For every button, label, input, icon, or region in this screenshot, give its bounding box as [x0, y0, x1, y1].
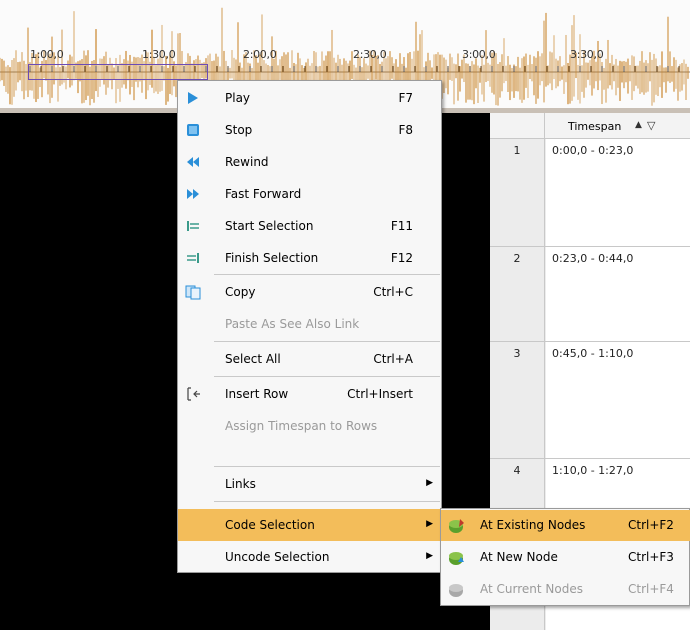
menu-item-label: Assign Timespan to Rows [225, 419, 378, 433]
menu-item-label: Stop [225, 123, 253, 137]
menu-item-label: Code Selection [225, 518, 315, 532]
timeline-tick-label: 1:00,0 [30, 48, 64, 61]
column-header-timespan[interactable]: Timespan [568, 120, 621, 133]
menu-separator [214, 501, 440, 502]
code-selection-submenu: At Existing Nodes Ctrl+F2 At New Node Ct… [440, 508, 690, 606]
menu-item-uncode-selection[interactable]: Uncode Selection ▶ [178, 541, 441, 573]
current-nodes-icon [449, 584, 463, 597]
row-number[interactable]: 3 [490, 342, 545, 458]
menu-item-shortcut: F11 [390, 219, 413, 233]
menu-item-code-selection[interactable]: Code Selection ▶ [178, 509, 441, 541]
menu-item-label: Paste As See Also Link [225, 317, 360, 331]
timespan-cell[interactable]: 0:45,0 - 1:10,0 [546, 342, 690, 458]
menu-item-label: Select All [225, 352, 281, 366]
menu-item-finish-selection[interactable]: Finish Selection F12 [178, 242, 441, 274]
timeline-tick-label: 2:00,0 [243, 48, 277, 61]
menu-item-label: Insert Row [225, 387, 289, 401]
menu-item-select-all[interactable]: Select All Ctrl+A [178, 343, 441, 375]
timeline-tick-label: 1:30,0 [142, 48, 176, 61]
menu-item-copy[interactable]: Copy Ctrl+C [178, 276, 441, 308]
menu-item-start-selection[interactable]: Start Selection F11 [178, 210, 441, 242]
menu-item-shortcut: Ctrl+Insert [347, 387, 413, 401]
menu-separator [214, 274, 440, 275]
menu-separator [214, 466, 440, 467]
timespan-cell[interactable]: 0:00,0 - 0:23,0 [546, 139, 690, 246]
menu-separator [214, 341, 440, 342]
submenu-arrow-icon: ▶ [426, 478, 433, 488]
menu-item-shortcut: F8 [398, 123, 413, 137]
submenu-item-shortcut: Ctrl+F3 [628, 550, 674, 564]
submenu-arrow-icon: ▶ [426, 551, 433, 561]
menu-item-links[interactable]: Links ▶ [178, 468, 441, 500]
submenu-item-at-new-node[interactable]: At New Node Ctrl+F3 [441, 542, 690, 573]
menu-item-label: Uncode Selection [225, 550, 330, 564]
timespan-cell[interactable]: 0:23,0 - 0:44,0 [546, 247, 690, 341]
menu-item-label: Links [225, 477, 256, 491]
submenu-item-at-existing-nodes[interactable]: At Existing Nodes Ctrl+F2 [441, 510, 690, 541]
stop-icon [187, 124, 199, 136]
timeline-tick-label: 2:30,0 [353, 48, 387, 61]
insert-row-icon [187, 387, 200, 401]
table-row[interactable]: 1 0:00,0 - 0:23,0 [490, 139, 690, 247]
timeline-tick-label: 3:00,0 [462, 48, 496, 61]
submenu-item-label: At Current Nodes [480, 582, 583, 596]
menu-item-label: Copy [225, 285, 256, 299]
timeline-tick-label: 3:30,0 [570, 48, 604, 61]
sort-ascending-icon[interactable]: ▲ [635, 120, 642, 130]
table-row[interactable]: 2 0:23,0 - 0:44,0 [490, 247, 690, 342]
menu-item-shortcut: Ctrl+A [373, 352, 413, 366]
new-node-icon [449, 552, 464, 565]
menu-item-stop[interactable]: Stop F8 [178, 114, 441, 146]
menu-item-label: Finish Selection [225, 251, 319, 265]
menu-item-shortcut: F12 [390, 251, 413, 265]
submenu-item-shortcut: Ctrl+F2 [628, 518, 674, 532]
fast-forward-icon [187, 189, 199, 199]
menu-item-label: Fast Forward [225, 187, 302, 201]
menu-item-play[interactable]: Play F7 [178, 82, 441, 114]
submenu-item-label: At Existing Nodes [480, 518, 586, 532]
submenu-item-label: At New Node [480, 550, 558, 564]
timeline-selection[interactable] [28, 64, 208, 80]
context-menu: Play F7 Stop F8 Rewind Fast Forward Star… [177, 80, 442, 573]
play-icon [188, 92, 198, 104]
menu-item-shortcut: F7 [398, 91, 413, 105]
menu-item-insert-row[interactable]: Insert Row Ctrl+Insert [178, 378, 441, 410]
menu-item-label: Play [225, 91, 251, 105]
filter-icon[interactable]: ▽ [647, 119, 655, 132]
start-selection-icon [187, 221, 199, 231]
submenu-item-at-current-nodes: At Current Nodes Ctrl+F4 [441, 574, 690, 605]
menu-item-rewind[interactable]: Rewind [178, 146, 441, 178]
copy-icon [185, 285, 201, 300]
menu-item-label: Start Selection [225, 219, 314, 233]
menu-item-assign-timespan-to-rows: Assign Timespan to Rows [178, 410, 441, 442]
menu-item-shortcut: Ctrl+C [373, 285, 413, 299]
table-row[interactable]: 3 0:45,0 - 1:10,0 [490, 342, 690, 459]
rewind-icon [187, 157, 199, 167]
menu-separator [214, 376, 440, 377]
grid-header: Timespan ▲ ▽ [490, 113, 690, 139]
menu-item-fast-forward[interactable]: Fast Forward [178, 178, 441, 210]
menu-item-paste-as-see-also-link: Paste As See Also Link [178, 308, 441, 340]
row-number[interactable]: 2 [490, 247, 545, 341]
row-number[interactable]: 1 [490, 139, 545, 246]
submenu-item-shortcut: Ctrl+F4 [628, 582, 674, 596]
menu-item-label: Rewind [225, 155, 269, 169]
existing-nodes-icon [449, 519, 464, 533]
grid-corner [490, 113, 545, 139]
finish-selection-icon [187, 253, 199, 263]
submenu-arrow-icon: ▶ [426, 519, 433, 529]
